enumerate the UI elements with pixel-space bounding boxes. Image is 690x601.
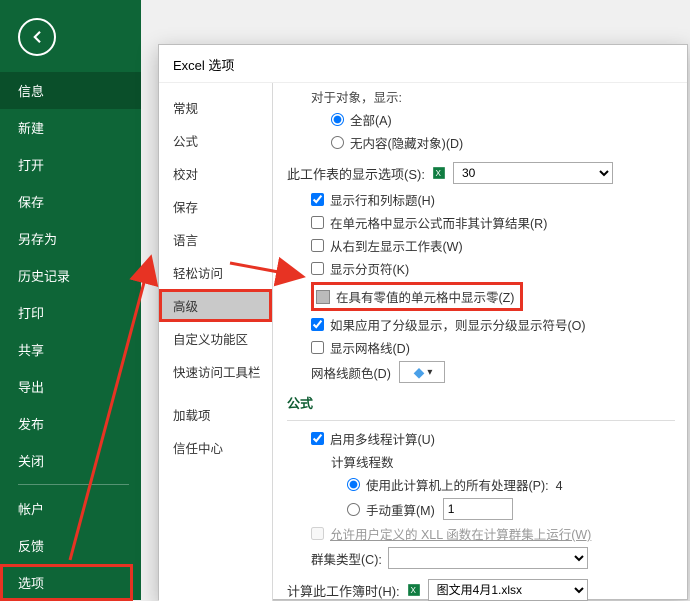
workbook-select[interactable]: 图文用4月1.xlsx bbox=[428, 579, 588, 601]
sidebar-item-saveas[interactable]: 另存为 bbox=[0, 220, 141, 257]
sidebar-item-open[interactable]: 打开 bbox=[0, 146, 141, 183]
radio-row-none: 无内容(隐藏对象)(D) bbox=[331, 133, 675, 152]
radio-objects-all[interactable] bbox=[331, 113, 344, 126]
chk-page-breaks[interactable] bbox=[311, 262, 324, 275]
chk-show-formulas-label: 在单元格中显示公式而非其计算结果(R) bbox=[330, 213, 547, 232]
back-button[interactable] bbox=[18, 18, 56, 56]
sidebar-item-info[interactable]: 信息 bbox=[0, 72, 141, 109]
sidebar-item-history[interactable]: 历史记录 bbox=[0, 257, 141, 294]
options-pane: 对于对象，显示: 全部(A) 无内容(隐藏对象)(D) 此工作表的显示选项(S)… bbox=[273, 83, 687, 601]
gridline-color-label: 网格线颜色(D) bbox=[311, 363, 391, 382]
cluster-type-label: 群集类型(C): bbox=[311, 549, 382, 568]
manual-thread-input[interactable] bbox=[443, 498, 513, 520]
category-general[interactable]: 常规 bbox=[159, 91, 272, 124]
section-calc-workbook: 计算此工作簿时(H): X 图文用4月1.xlsx bbox=[287, 579, 675, 601]
sidebar-item-print[interactable]: 打印 bbox=[0, 294, 141, 331]
category-list: 常规 公式 校对 保存 语言 轻松访问 高级 自定义功能区 快速访问工具栏 加载… bbox=[159, 83, 273, 601]
radio-use-all-label: 使用此计算机上的所有处理器(P): 4 bbox=[366, 475, 563, 494]
chk-show-headers-label: 显示行和列标题(H) bbox=[330, 190, 435, 209]
chk-gridlines-label: 显示网格线(D) bbox=[330, 338, 410, 357]
radio-use-all[interactable] bbox=[347, 478, 360, 491]
excel-sheet-icon: X bbox=[431, 166, 447, 180]
excel-file-icon: X bbox=[406, 583, 422, 597]
chk-multithread-label: 启用多线程计算(U) bbox=[330, 429, 435, 448]
radio-manual-label: 手动重算(M) bbox=[366, 500, 435, 519]
category-save[interactable]: 保存 bbox=[159, 190, 272, 223]
chk-show-headers[interactable] bbox=[311, 193, 324, 206]
excel-options-dialog: Excel 选项 常规 公式 校对 保存 语言 轻松访问 高级 自定义功能区 快… bbox=[158, 44, 688, 600]
cluster-type-select[interactable] bbox=[388, 547, 588, 569]
calc-workbook-label: 计算此工作簿时(H): bbox=[287, 581, 400, 600]
category-advanced[interactable]: 高级 bbox=[159, 289, 272, 322]
chk-xll-cluster-label: 允许用户定义的 XLL 函数在计算群集上运行(W) bbox=[330, 524, 591, 543]
radio-manual[interactable] bbox=[347, 503, 360, 516]
sidebar-item-save[interactable]: 保存 bbox=[0, 183, 141, 220]
category-addins[interactable]: 加载项 bbox=[159, 398, 272, 431]
chk-outline-label: 如果应用了分级显示，则显示分级显示符号(O) bbox=[330, 315, 586, 334]
category-ease[interactable]: 轻松访问 bbox=[159, 256, 272, 289]
arrow-left-icon bbox=[28, 28, 46, 46]
sidebar-item-export[interactable]: 导出 bbox=[0, 368, 141, 405]
dialog-title: Excel 选项 bbox=[159, 45, 687, 83]
category-language[interactable]: 语言 bbox=[159, 223, 272, 256]
backstage-sidebar: 信息 新建 打开 保存 另存为 历史记录 打印 共享 导出 发布 关闭 帐户 反… bbox=[0, 0, 141, 600]
sidebar-divider bbox=[18, 484, 129, 485]
section-sheet-display: 此工作表的显示选项(S): X 30 bbox=[287, 162, 675, 184]
radio-row-all: 全部(A) bbox=[331, 110, 675, 129]
chk-gridlines[interactable] bbox=[311, 341, 324, 354]
sidebar-item-feedback[interactable]: 反馈 bbox=[0, 527, 141, 564]
chk-rtl-label: 从右到左显示工作表(W) bbox=[330, 236, 463, 255]
chk-outline[interactable] bbox=[311, 318, 324, 331]
svg-text:X: X bbox=[410, 586, 416, 595]
radio-objects-none-label: 无内容(隐藏对象)(D) bbox=[350, 133, 463, 152]
section-divider bbox=[287, 420, 675, 421]
chk-xll-cluster bbox=[311, 527, 324, 540]
chk-page-breaks-label: 显示分页符(K) bbox=[330, 259, 409, 278]
chk-show-zero[interactable] bbox=[316, 290, 330, 304]
gridline-color-button[interactable]: ▾ bbox=[399, 361, 445, 383]
sidebar-item-account[interactable]: 帐户 bbox=[0, 490, 141, 527]
section-formulas: 公式 bbox=[287, 393, 675, 412]
sheet-display-label: 此工作表的显示选项(S): bbox=[287, 164, 425, 183]
objects-label: 对于对象，显示: bbox=[311, 87, 675, 106]
sidebar-item-options[interactable]: 选项 bbox=[0, 564, 133, 601]
chk-multithread[interactable] bbox=[311, 432, 324, 445]
category-formulas[interactable]: 公式 bbox=[159, 124, 272, 157]
sidebar-item-new[interactable]: 新建 bbox=[0, 109, 141, 146]
sidebar-item-close[interactable]: 关闭 bbox=[0, 442, 141, 479]
sidebar-item-publish[interactable]: 发布 bbox=[0, 405, 141, 442]
thread-count-label: 计算线程数 bbox=[331, 452, 675, 471]
chk-rtl[interactable] bbox=[311, 239, 324, 252]
category-trust[interactable]: 信任中心 bbox=[159, 431, 272, 464]
radio-objects-all-label: 全部(A) bbox=[350, 110, 392, 129]
radio-objects-none[interactable] bbox=[331, 136, 344, 149]
category-qat[interactable]: 快速访问工具栏 bbox=[159, 355, 272, 388]
svg-text:X: X bbox=[435, 169, 441, 178]
category-proofing[interactable]: 校对 bbox=[159, 157, 272, 190]
chevron-down-icon: ▾ bbox=[427, 367, 432, 378]
sidebar-item-share[interactable]: 共享 bbox=[0, 331, 141, 368]
chk-show-formulas[interactable] bbox=[311, 216, 324, 229]
category-customize-ribbon[interactable]: 自定义功能区 bbox=[159, 322, 272, 355]
chk-show-zero-label: 在具有零值的单元格中显示零(Z) bbox=[336, 287, 514, 306]
sheet-select[interactable]: 30 bbox=[453, 162, 613, 184]
show-zero-highlight: 在具有零值的单元格中显示零(Z) bbox=[311, 282, 523, 311]
paint-bucket-icon bbox=[411, 364, 427, 380]
